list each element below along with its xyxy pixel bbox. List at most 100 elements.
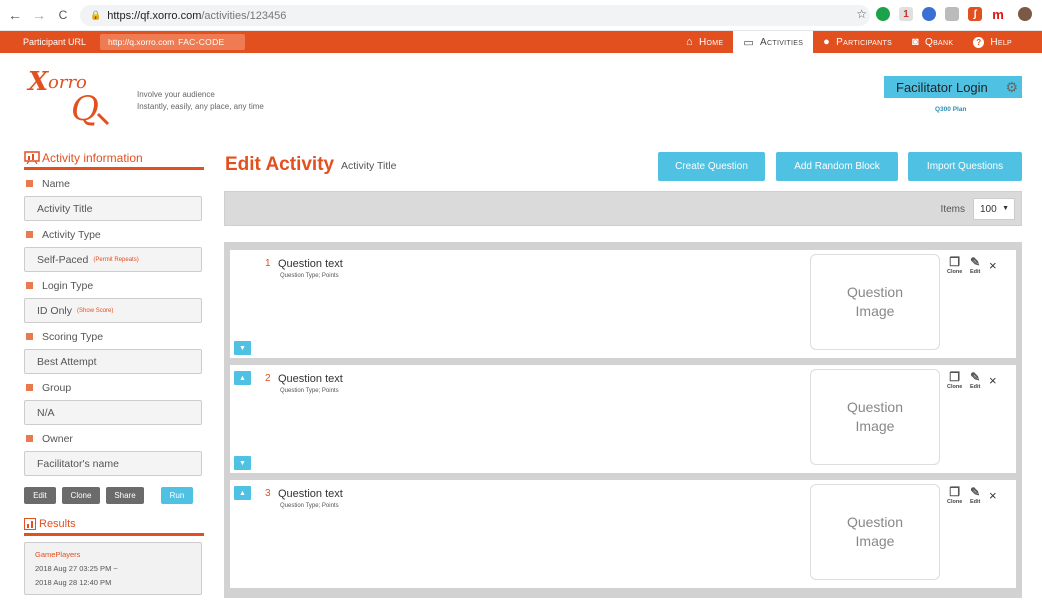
activity-info-header: Activity information (24, 150, 204, 170)
add-random-block-button[interactable]: Add Random Block (776, 152, 898, 181)
plan-label[interactable]: Q300 Plan (935, 106, 966, 113)
address-bar[interactable]: 🔒 https://qf.xorro.com/activities/123456 (80, 5, 870, 26)
browser-toolbar: ← → C 🔒 https://qf.xorro.com/activities/… (0, 0, 1042, 31)
question-card[interactable]: 1 Question text Question Type; Points Qu… (230, 250, 1016, 358)
edit-question-button[interactable]: ✎ Edit (970, 256, 980, 276)
move-down-button[interactable]: ▼ (234, 456, 251, 470)
nav-activities[interactable]: ▭ Activities (733, 31, 814, 53)
forward-arrow-icon[interactable]: → (30, 6, 48, 24)
participant-url-label: Participant URL (23, 37, 87, 47)
home-icon: ⌂ (686, 36, 693, 48)
clone-question-button[interactable]: ❐ Clone (947, 486, 962, 506)
result-item[interactable]: GamePlayers 2018 Aug 27 03:25 PM ~ 2018 … (24, 542, 202, 595)
svg-text:X: X (26, 67, 50, 97)
url-host: https://qf.xorro.com (107, 9, 202, 22)
reload-icon[interactable]: C (54, 6, 72, 24)
delete-question-icon[interactable]: × (989, 258, 997, 273)
delete-question-icon[interactable]: × (989, 373, 997, 388)
activity-buttons: Edit Clone Share Run (24, 487, 204, 504)
permit-repeats-note: (Permit Repeats) (93, 256, 139, 263)
edit-icon: ✎ (970, 370, 981, 384)
participant-url-box[interactable]: http://q.xorro.com FAC-CODE (100, 34, 246, 50)
import-questions-button[interactable]: Import Questions (908, 152, 1022, 181)
nav-menu: ⌂ Home ▭ Activities ● Participants ◙ Qba… (676, 31, 1022, 53)
field-owner: Facilitator's name (24, 451, 202, 476)
nav-qbank-label: Qbank (925, 36, 954, 48)
question-card[interactable]: ▲ 3 Question text Question Type; Points … (230, 480, 1016, 588)
question-image: Question Image (810, 484, 940, 580)
share-activity-button[interactable]: Share (106, 487, 144, 504)
nav-help[interactable]: ? Help (963, 31, 1022, 53)
tagline: Involve your audience Instantly, easily,… (137, 89, 264, 113)
nav-qbank[interactable]: ◙ Qbank (902, 31, 963, 53)
move-up-button[interactable]: ▲ (234, 371, 251, 385)
result-start: 2018 Aug 27 03:25 PM ~ (35, 564, 118, 573)
url-path: /activities/123456 (201, 9, 287, 22)
back-arrow-icon[interactable]: ← (6, 6, 24, 24)
gear-icon[interactable]: ⚙ (1005, 79, 1018, 96)
question-text: Question text (278, 488, 343, 500)
star-icon[interactable]: ☆ (856, 7, 867, 21)
result-name[interactable]: GamePlayers (35, 548, 191, 562)
results-icon (24, 517, 36, 530)
edit-question-button[interactable]: ✎ Edit (970, 486, 980, 506)
facilitator-login-button[interactable]: Facilitator Login ⚙ (884, 76, 1022, 98)
green-dot-icon[interactable] (876, 7, 890, 21)
field-label-group: Group (24, 379, 204, 396)
top-navigation: Participant URL http://q.xorro.com FAC-C… (0, 31, 1042, 53)
question-text: Question text (278, 258, 343, 270)
run-activity-button[interactable]: Run (161, 487, 193, 504)
field-label-scoring-type: Scoring Type (24, 328, 204, 345)
nav-home[interactable]: ⌂ Home (676, 31, 733, 53)
nav-activities-label: Activities (760, 36, 804, 48)
nav-help-label: Help (990, 36, 1012, 48)
camera-icon: ◙ (912, 36, 919, 48)
question-meta: Question Type; Points (280, 388, 339, 394)
bullet-square-icon (26, 435, 33, 442)
translate-icon[interactable]: 1 (899, 7, 913, 21)
bullet-square-icon (26, 333, 33, 340)
move-down-button[interactable]: ▼ (234, 341, 251, 355)
question-list: 1 Question text Question Type; Points Qu… (224, 242, 1022, 598)
lock-icon: 🔒 (90, 10, 102, 20)
xorro-logo[interactable]: X orro Q (26, 64, 124, 126)
show-score-note: (Show Score) (77, 307, 114, 314)
field-label-login-type: Login Type (24, 277, 204, 294)
nav-home-label: Home (698, 36, 724, 48)
clone-activity-button[interactable]: Clone (62, 487, 100, 504)
question-card[interactable]: ▲ 2 Question text Question Type; Points … (230, 365, 1016, 473)
nav-participants[interactable]: ● Participants (813, 31, 902, 53)
field-label-owner: Owner (24, 430, 204, 447)
sidebar: Activity information Name Activity Title… (24, 150, 204, 595)
m-icon[interactable]: m (991, 7, 1005, 22)
avatar[interactable] (1018, 7, 1032, 21)
items-toolbar: Items 100 ▼ (224, 191, 1022, 226)
clone-question-button[interactable]: ❐ Clone (947, 255, 962, 276)
svg-text:Q: Q (71, 89, 99, 126)
field-activity-type: Self-Paced (Permit Repeats) (24, 247, 202, 272)
participant-url-value: http://q.xorro.com (108, 37, 175, 47)
hex-icon[interactable] (945, 7, 959, 21)
presentation-icon (24, 151, 40, 164)
clone-question-button[interactable]: ❐ Clone (947, 370, 962, 391)
tagline-line-1: Involve your audience (137, 90, 215, 99)
caret-down-icon: ▼ (1002, 205, 1009, 212)
result-end: 2018 Aug 28 12:40 PM (35, 578, 112, 587)
help-icon: ? (973, 36, 985, 48)
field-scoring-type: Best Attempt (24, 349, 202, 374)
clone-icon: ❐ (949, 255, 961, 269)
items-label: Items (940, 204, 965, 215)
shield-icon[interactable] (922, 7, 936, 21)
edit-activity-button[interactable]: Edit (24, 487, 56, 504)
hook-icon[interactable]: ʃ (968, 7, 982, 21)
create-question-button[interactable]: Create Question (658, 152, 765, 181)
question-image: Question Image (810, 254, 940, 350)
items-per-page-select[interactable]: 100 ▼ (973, 198, 1015, 220)
move-up-button[interactable]: ▲ (234, 486, 251, 500)
page-title: Edit Activity (225, 154, 335, 175)
field-login-type: ID Only (Show Score) (24, 298, 202, 323)
delete-question-icon[interactable]: × (989, 488, 997, 503)
clone-icon: ❐ (949, 370, 961, 384)
edit-question-button[interactable]: ✎ Edit (970, 370, 981, 391)
monitor-icon: ▭ (743, 36, 755, 49)
